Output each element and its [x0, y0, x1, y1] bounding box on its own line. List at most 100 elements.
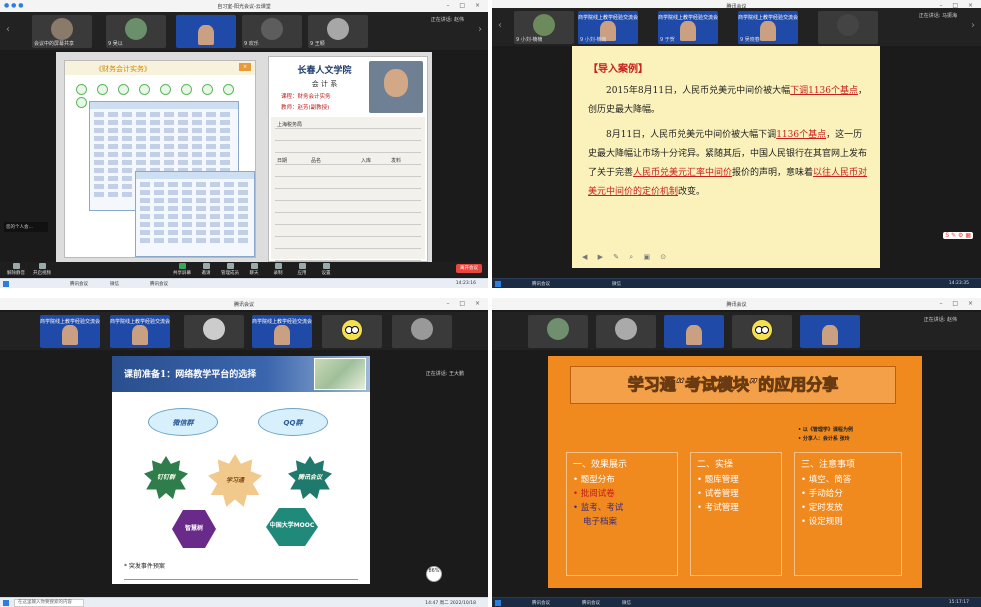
participant-tile[interactable]: 商学院线上教学经验交流会 [110, 315, 170, 348]
close-button[interactable]: × [239, 63, 251, 71]
taskbar-app[interactable]: 腾讯会议 [582, 600, 600, 606]
clock: 15:17:17 [948, 600, 969, 605]
window-controls[interactable]: – □ × [446, 2, 484, 9]
participant-tile[interactable] [800, 315, 860, 348]
explorer-window [135, 171, 255, 257]
share-screen-button[interactable]: 共享屏幕 [170, 263, 194, 276]
start-icon[interactable] [495, 281, 501, 287]
participant-tile[interactable]: 9 欢乐 [242, 15, 302, 48]
finance-app-window: 《财务会计实务》 × [64, 60, 256, 258]
window-controls[interactable]: – □ × [446, 300, 484, 307]
clock: 14:47 周二 2022/10/18 [425, 601, 476, 606]
start-icon[interactable] [3, 281, 9, 287]
participant-tile[interactable]: 商学院线上教学经验交流会 9 小刘·楠楠 [578, 11, 638, 44]
slide-heading: 【导入案例】 [588, 64, 648, 75]
slide-title: 课前准备1：网络教学平台的选择 [124, 370, 257, 380]
leave-meeting-button[interactable]: 离开会议 [456, 264, 482, 273]
finance-app-title: 《财务会计实务》 [95, 65, 151, 73]
search-input[interactable]: 在这里输入你要搜索的内容 [14, 599, 84, 607]
active-speaker: 正在讲话: 赵伟 [923, 317, 957, 323]
clock: 14:23:16 [455, 281, 476, 286]
window-title: 自习室-阳光会议-云课堂 [217, 4, 271, 10]
participant-tile[interactable]: 商学院线上教学经验交流会 [40, 315, 100, 348]
meeting-window-bottom-right: 腾讯会议 – □ × 正在讲话: 赵伟 学习通“考试模块”的应用分享 • 以《管… [492, 298, 981, 607]
active-speaker: 正在讲话: 王大鹏 [425, 371, 464, 377]
screen-share-area: 《财务会计实务》 × 长春人文学院 会 计 系 课程：财务会计实务 教师：赵芳(副… [56, 52, 432, 264]
shared-slide: 【导入案例】 2015年8月11日，人民币兑美元中间价被大幅下调1136个基点，… [572, 46, 880, 268]
apps-button[interactable]: 应用 [290, 263, 314, 276]
active-speaker: 正在讲话: 赵伟 [430, 17, 464, 23]
chevron-right-icon[interactable]: › [967, 20, 979, 34]
practice-column: 二、实操 • 题库管理 • 试卷管理 • 考试管理 [690, 452, 782, 576]
record-button[interactable]: 录制 [266, 263, 290, 276]
start-icon[interactable] [495, 600, 501, 606]
participant-strip: ‹ 会议中的屏幕共享 9 吴以 9 欢乐 9 王颖 正在讲话: 赵伟 › [0, 12, 488, 50]
start-icon[interactable] [3, 600, 9, 606]
slide-title: 学习通“考试模块”的应用分享 [570, 366, 896, 404]
participant-strip: ‹ 9 小刘·楠楠 商学院线上教学经验交流会 9 小刘·楠楠 商学院线上教学经验交… [492, 8, 981, 46]
taskbar-app[interactable]: 腾讯会议 [532, 281, 550, 287]
zoom-level[interactable]: 86% [426, 566, 442, 582]
participant-tile[interactable]: 9 小刘·楠楠 [514, 11, 574, 44]
taskbar-app[interactable]: 腾讯会议 [532, 600, 550, 606]
window-title: 腾讯会议 [233, 302, 254, 308]
video-button[interactable]: 开启视频 [30, 263, 54, 276]
slide-paragraph-2: 8月11日，人民币兑美元中间价被大幅下调1136个基点，这一历史最大降幅让市场十… [588, 130, 868, 197]
chevron-left-icon[interactable]: ‹ [494, 20, 506, 34]
participant-tile[interactable]: 9 吴以 [106, 15, 166, 48]
platform-cloud: QQ群 [258, 408, 328, 436]
participant-strip: 商学院线上教学经验交流会 商学院线上教学经验交流会 商学院线上教学经验交流会 [0, 312, 488, 350]
lecture-notes-pane: 长春人文学院 会 计 系 课程：财务会计实务 教师：赵芳(副教授) 上海税务局 … [268, 56, 428, 262]
slide-footnote: * 突发事件预案 [124, 563, 165, 570]
invite-button[interactable]: 邀请 [194, 263, 218, 276]
mute-button[interactable]: 解除静音 [4, 263, 28, 276]
self-view-label[interactable]: 您的个人会... [4, 222, 48, 232]
teacher-name: 教师：赵芳(副教授) [281, 105, 330, 111]
taskbar-app[interactable]: 腾讯会议 [150, 281, 168, 287]
settings-button[interactable]: 设置 [314, 263, 338, 276]
windows-taskbar: 在这里输入你要搜索的内容 14:47 周二 2022/10/18 [0, 597, 488, 607]
participant-tile[interactable]: 会议中的屏幕共享 [32, 15, 92, 48]
effect-column: 一、效果展示 • 题型分布 • 批阅试卷 • 监考、考试 电子档案 [566, 452, 678, 576]
floating-toolbar[interactable]: S ✎ ⚙ ▦ [943, 232, 973, 239]
participant-tile[interactable] [818, 11, 878, 44]
chevron-right-icon[interactable]: › [474, 24, 486, 38]
slide-paragraph-1: 2015年8月11日，人民币兑美元中间价被大幅下调1136个基点，创历史最大降幅… [588, 86, 868, 115]
participant-tile[interactable] [528, 315, 588, 348]
windows-taskbar: 腾讯会议 微信 14:23:35 [492, 278, 981, 288]
meeting-window-top-left: ● ● ● 自习室-阳光会议-云课堂 – □ × ‹ 会议中的屏幕共享 9 吴以… [0, 0, 488, 288]
participant-strip: 正在讲话: 赵伟 [492, 312, 981, 350]
clock: 14:23:35 [948, 281, 969, 286]
members-button[interactable]: 管理成员 [218, 263, 242, 276]
windows-taskbar: 腾讯会议 腾讯会议 微信 15:17:17 [492, 597, 981, 607]
shared-slide: 学习通“考试模块”的应用分享 • 以《管理学》课程为例 • 分享人：会计系 张玲… [548, 356, 922, 588]
participant-tile[interactable]: 9 王颖 [308, 15, 368, 48]
active-speaker: 正在讲话: 马振海 [918, 13, 957, 19]
slide-photo [314, 358, 366, 390]
taskbar-app[interactable]: 微信 [622, 600, 631, 606]
icon-row [71, 83, 251, 108]
participant-tile[interactable]: 商学院线上教学经验交流会 [252, 315, 312, 348]
participant-tile[interactable] [184, 315, 244, 348]
participant-tile[interactable] [392, 315, 452, 348]
title-bar: ● ● ● 自习室-阳光会议-云课堂 – □ × [0, 0, 488, 12]
chat-button[interactable]: 聊天 [242, 263, 266, 276]
taskbar-app[interactable]: 微信 [612, 281, 621, 287]
participant-tile[interactable]: 商学院线上教学经验交流会 9 于贺 [658, 11, 718, 44]
participant-tile[interactable] [664, 315, 724, 348]
handwritten-ledger: 上海税务局 日期 品名 入库 发料 [271, 117, 425, 261]
windows-taskbar: 腾讯会议 微信 腾讯会议 14:23:16 [0, 278, 488, 288]
participant-tile[interactable] [732, 315, 792, 348]
window-controls[interactable]: – □ × [939, 300, 977, 307]
taskbar-app[interactable]: 腾讯会议 [70, 281, 88, 287]
participant-tile[interactable] [596, 315, 656, 348]
chevron-left-icon[interactable]: ‹ [2, 24, 14, 38]
participant-tile[interactable] [176, 15, 236, 48]
slide-toolbar[interactable]: ◀ ▶ ✎ ⌕ ▣ ⊙ [582, 253, 670, 262]
participant-tile[interactable]: 商学院线上教学经验交流会 9 吴晓春 [738, 11, 798, 44]
taskbar-app[interactable]: 微信 [110, 281, 119, 287]
shared-slide: 课前准备1：网络教学平台的选择 微信群 QQ群 钉钉群 学习通 腾讯会议 智慧树… [112, 356, 370, 584]
platform-star: 学习通 [208, 454, 262, 507]
meeting-window-top-right: 腾讯会议 – □ × ‹ 9 小刘·楠楠 商学院线上教学经验交流会 9 小刘·楠楠… [492, 0, 981, 288]
participant-tile[interactable] [322, 315, 382, 348]
